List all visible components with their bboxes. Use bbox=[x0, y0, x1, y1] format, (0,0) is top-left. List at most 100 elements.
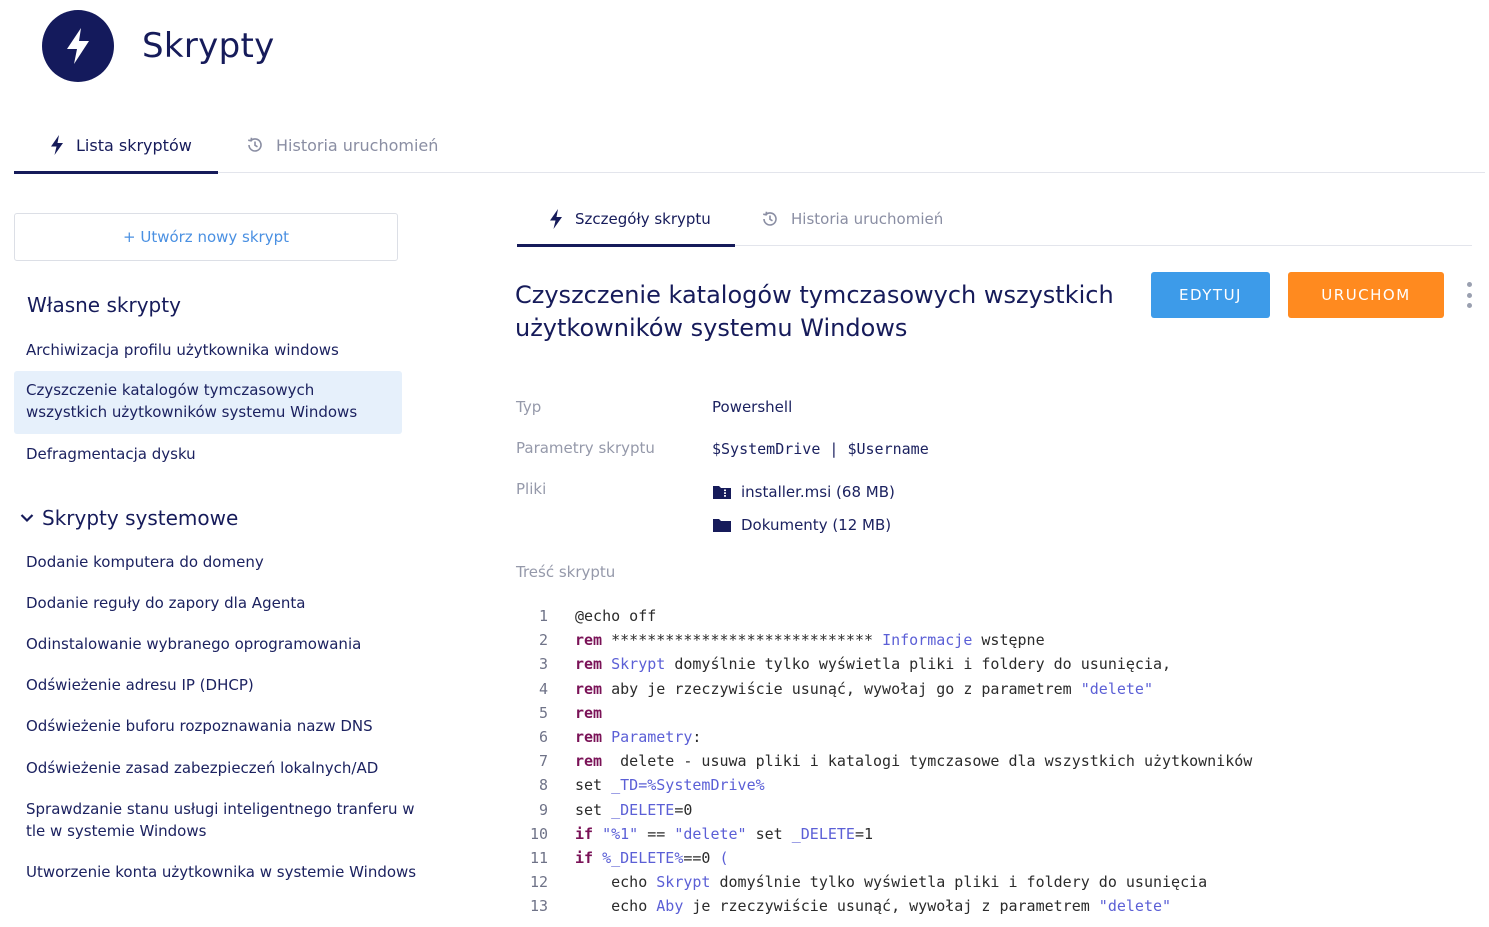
tab-label: Historia uruchomień bbox=[791, 210, 944, 228]
code-token: if bbox=[575, 848, 594, 867]
code-token: Parametry bbox=[611, 728, 693, 747]
sidebar-item-own[interactable]: Defragmentacja dysku bbox=[14, 443, 402, 465]
lightning-icon bbox=[549, 209, 563, 229]
file-name: Dokumenty (12 MB) bbox=[741, 516, 892, 534]
code-line: 9 set _DELETE =0 bbox=[520, 798, 1470, 822]
code-token: _DELETE bbox=[791, 824, 855, 843]
tab-script-list[interactable]: Lista skryptów bbox=[14, 118, 218, 174]
tab-label: Szczegóły skryptu bbox=[575, 210, 711, 228]
edit-button[interactable]: EDYTUJ bbox=[1151, 272, 1270, 318]
code-token: set bbox=[575, 776, 612, 795]
history-icon bbox=[761, 210, 779, 228]
history-icon bbox=[246, 136, 264, 154]
lightning-icon bbox=[50, 135, 64, 155]
code-line: 13 echo Aby je rzeczywiście usunąć, wywo… bbox=[520, 894, 1470, 918]
params-label: Parametry skryptu bbox=[516, 439, 655, 457]
system-scripts-toggle[interactable]: Skrypty systemowe bbox=[20, 506, 238, 530]
code-line: 6 rem Parametry: bbox=[520, 725, 1470, 749]
code-token: set bbox=[575, 800, 612, 819]
code-token: Informacje bbox=[882, 631, 973, 650]
code-token: set bbox=[746, 824, 792, 843]
code-line: 4 rem aby je rzeczywiście usunąć, wywołaj… bbox=[520, 677, 1470, 701]
content-label: Treść skryptu bbox=[516, 563, 616, 581]
line-number: 11 bbox=[529, 848, 548, 867]
code-token: %_DELETE% bbox=[602, 848, 684, 867]
line-number: 1 bbox=[538, 607, 548, 626]
sidebar-item-own[interactable]: Archiwizacja profilu użytkownika windows bbox=[14, 339, 402, 361]
folder-icon bbox=[712, 517, 732, 533]
page-title: Skrypty bbox=[142, 26, 275, 66]
tab-label: Historia uruchomień bbox=[276, 135, 439, 155]
line-number: 12 bbox=[529, 873, 548, 892]
code-token: @echo off bbox=[575, 607, 657, 626]
code-line: 8 set _TD=%SystemDrive% bbox=[520, 773, 1470, 797]
line-number: 2 bbox=[538, 631, 548, 650]
code-line: 12 echo Skrypt domyślnie tylko wyświetla… bbox=[520, 870, 1470, 894]
line-number: 7 bbox=[538, 752, 548, 771]
code-line: 10 if "%1" == "delete" set _DELETE =1 bbox=[520, 822, 1470, 846]
code-token: == bbox=[638, 824, 675, 843]
code-token: "delete" bbox=[674, 824, 747, 843]
code-token: : bbox=[692, 728, 702, 747]
create-script-button[interactable]: + Utwórz nowy skrypt bbox=[14, 213, 398, 261]
main-tabs: Lista skryptów Historia uruchomień bbox=[14, 118, 1485, 174]
code-token: _TD=%SystemDrive% bbox=[611, 776, 765, 795]
code-token: je rzeczywiście usunąć, wywołaj z parame… bbox=[683, 897, 1099, 916]
code-token: rem bbox=[575, 631, 603, 650]
code-token: rem bbox=[575, 752, 603, 771]
code-token: ***************************** bbox=[602, 631, 883, 650]
type-value: Powershell bbox=[712, 398, 793, 416]
code-line: 2 rem ***************************** Infor… bbox=[520, 628, 1470, 652]
run-button[interactable]: URUCHOM bbox=[1288, 272, 1444, 318]
code-token: if bbox=[575, 824, 594, 843]
code-token: =1 bbox=[854, 824, 874, 843]
system-scripts-heading: Skrypty systemowe bbox=[42, 506, 239, 530]
code-token: _DELETE bbox=[611, 800, 675, 819]
sidebar-item-system[interactable]: Dodanie reguły do zapory dla Agenta bbox=[14, 592, 402, 614]
code-line: 1 @echo off bbox=[520, 604, 1470, 628]
file-item[interactable]: installer.msi (68 MB) bbox=[712, 483, 895, 501]
code-token: echo bbox=[575, 873, 657, 892]
archive-folder-icon bbox=[712, 484, 732, 500]
detail-tabs: Szczegóły skryptu Historia uruchomień bbox=[517, 193, 1472, 247]
code-line: 3 rem Skrypt domyślnie tylko wyświetla pl… bbox=[520, 652, 1470, 676]
page-header: Skrypty bbox=[42, 10, 275, 82]
sidebar-item-system[interactable]: Odświeżenie zasad zabezpieczeń lokalnych… bbox=[14, 757, 402, 779]
sidebar-item-system[interactable]: Sprawdzanie stanu usługi inteligentnego … bbox=[14, 798, 434, 842]
tab-script-run-history[interactable]: Historia uruchomień bbox=[761, 193, 943, 245]
line-number: 3 bbox=[538, 655, 548, 674]
chevron-down-icon bbox=[20, 513, 34, 523]
code-token: domyślnie tylko wyświetla pliki i folder… bbox=[665, 655, 1172, 674]
code-token: wstępne bbox=[972, 631, 1045, 650]
tab-label: Lista skryptów bbox=[76, 135, 192, 155]
code-token: "delete" bbox=[1098, 897, 1172, 916]
sidebar-item-own-selected[interactable]: Czyszczenie katalogów tymczasowych wszys… bbox=[14, 371, 402, 434]
code-line: 5 rem bbox=[520, 701, 1470, 725]
code-token: domyślnie tylko wyświetla pliki i folder… bbox=[710, 873, 1208, 892]
params-value: $SystemDrive | $Username bbox=[712, 440, 929, 458]
line-number: 9 bbox=[538, 800, 548, 819]
line-number: 5 bbox=[538, 703, 548, 722]
type-label: Typ bbox=[516, 398, 542, 416]
sidebar-item-system[interactable]: Dodanie komputera do domeny bbox=[14, 551, 402, 573]
code-token: ( bbox=[719, 848, 729, 867]
tab-run-history[interactable]: Historia uruchomień bbox=[246, 118, 438, 172]
sidebar-item-system[interactable]: Odświeżenie buforu rozpoznawania nazw DN… bbox=[14, 715, 402, 737]
sidebar-item-system[interactable]: Odświeżenie adresu IP (DHCP) bbox=[14, 674, 402, 696]
code-token: ==0 bbox=[683, 848, 720, 867]
line-number: 8 bbox=[538, 776, 548, 795]
code-line: 7 rem delete - usuwa pliki i katalogi tym… bbox=[520, 749, 1470, 773]
script-title: Czyszczenie katalogów tymczasowych wszys… bbox=[515, 281, 1114, 342]
files-label: Pliki bbox=[516, 480, 547, 498]
file-item[interactable]: Dokumenty (12 MB) bbox=[712, 516, 891, 534]
sidebar-item-system[interactable]: Odinstalowanie wybranego oprogramowania bbox=[14, 633, 402, 655]
tab-script-details[interactable]: Szczegóły skryptu bbox=[517, 193, 735, 247]
code-token: "delete" bbox=[1080, 679, 1153, 698]
code-block: 1 @echo off 2 rem *************************… bbox=[520, 604, 1470, 918]
more-options-icon[interactable] bbox=[1462, 282, 1476, 308]
sidebar-item-system[interactable]: Utworzenie konta użytkownika w systemie … bbox=[14, 861, 454, 883]
